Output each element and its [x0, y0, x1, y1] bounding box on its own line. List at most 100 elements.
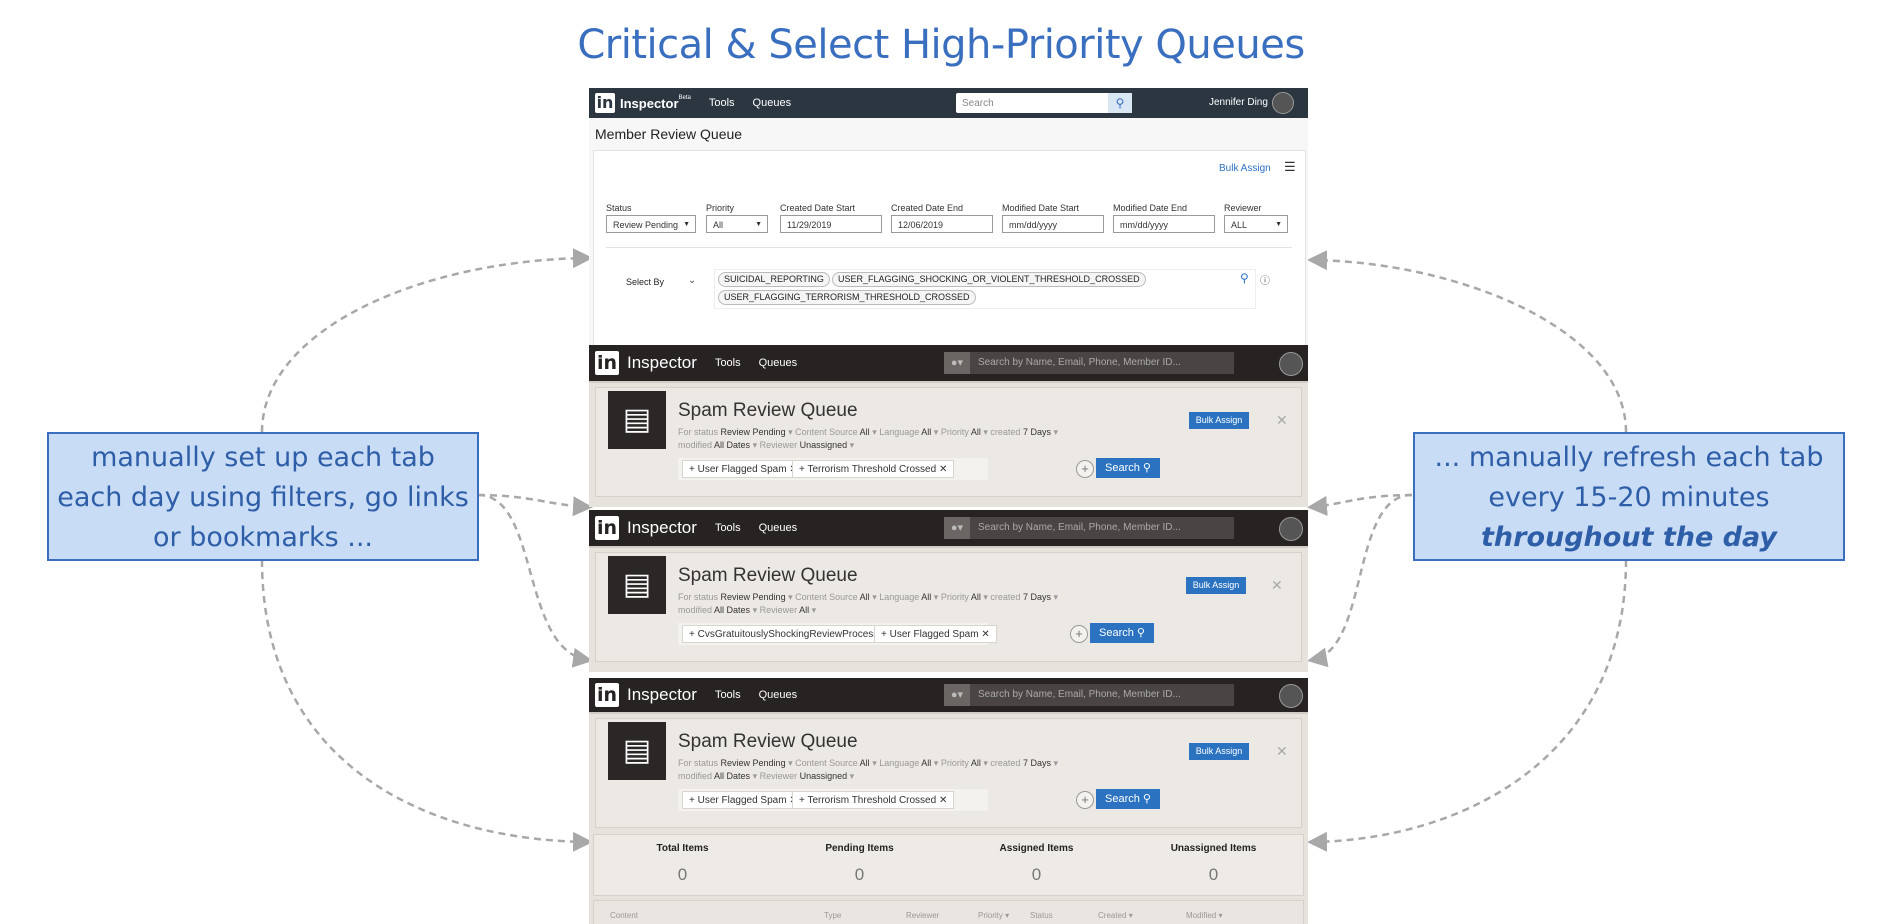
col-type[interactable]: Type	[824, 911, 841, 920]
close-icon[interactable]: ✕	[1276, 743, 1288, 760]
tag-user-flagged-spam[interactable]: + User Flagged Spam ✕	[682, 460, 805, 478]
avatar[interactable]	[1279, 352, 1303, 376]
meta-priority[interactable]: All	[971, 427, 981, 437]
search-icon[interactable]: ⚲	[1240, 271, 1249, 285]
meta-language[interactable]: All	[921, 758, 931, 768]
bulk-assign-button[interactable]: Bulk Assign	[1189, 743, 1249, 760]
meta-label: Language	[879, 427, 920, 437]
meta-label: created	[990, 427, 1021, 437]
user-name[interactable]: Jennifer Ding	[1209, 97, 1268, 108]
member-search-input[interactable]: ●▾ Search by Name, Email, Phone, Member …	[944, 517, 1234, 539]
meta-source[interactable]: All	[860, 758, 870, 768]
tag-gratuitously-shocking[interactable]: + CvsGratuitouslyShockingReviewProcessor…	[682, 625, 906, 643]
avatar[interactable]	[1272, 92, 1294, 114]
meta-language[interactable]: All	[921, 592, 931, 602]
meta-created[interactable]: 7 Days	[1023, 592, 1051, 602]
chip-terrorism[interactable]: USER_FLAGGING_TERRORISM_THRESHOLD_CROSSE…	[718, 290, 976, 305]
tag-terrorism-threshold[interactable]: + Terrorism Threshold Crossed ✕	[792, 460, 955, 478]
avatar[interactable]	[1279, 517, 1303, 541]
nav-tools[interactable]: Tools	[715, 689, 741, 701]
meta-modified[interactable]: All Dates	[714, 440, 750, 450]
close-icon[interactable]: ✕	[1276, 412, 1288, 429]
nav-queues[interactable]: Queues	[753, 97, 792, 109]
meta-modified[interactable]: All Dates	[714, 605, 750, 615]
nav-queues[interactable]: Queues	[759, 357, 798, 369]
col-status[interactable]: Status	[1030, 911, 1053, 920]
meta-reviewer[interactable]: Unassigned	[800, 440, 848, 450]
nav-tools[interactable]: Tools	[715, 357, 741, 369]
filter-created-end-label: Created Date End	[891, 203, 964, 213]
add-filter-button[interactable]: +	[1076, 460, 1094, 478]
filter-modified-end-input[interactable]: mm/dd/yyyy	[1113, 215, 1215, 233]
person-icon[interactable]: ●▾	[944, 684, 970, 706]
search-button[interactable]: Search ⚲	[1090, 623, 1154, 643]
meta-status[interactable]: Review Pending	[721, 592, 786, 602]
search-button[interactable]: Search ⚲	[1096, 789, 1160, 809]
chevron-down-icon[interactable]: ⌄	[688, 275, 696, 286]
nav-queues[interactable]: Queues	[759, 522, 798, 534]
meta-priority[interactable]: All	[971, 592, 981, 602]
filter-reviewer-select[interactable]: ALL ▼	[1224, 215, 1288, 233]
meta-created[interactable]: 7 Days	[1023, 758, 1051, 768]
person-icon[interactable]: ●▾	[944, 517, 970, 539]
bulk-assign-button[interactable]: Bulk Assign	[1186, 577, 1246, 594]
meta-created[interactable]: 7 Days	[1023, 427, 1051, 437]
spam-queue-window-1: in Inspector Tools Queues ●▾ Search by N…	[589, 345, 1308, 507]
chip-suicidal-reporting[interactable]: SUICIDAL_REPORTING	[718, 272, 830, 287]
meta-source[interactable]: All	[860, 592, 870, 602]
member-search-input[interactable]: ●▾ Search by Name, Email, Phone, Member …	[944, 352, 1234, 374]
filter-created-start-input[interactable]: 11/29/2019	[780, 215, 882, 233]
bulk-assign-link[interactable]: Bulk Assign	[1219, 163, 1271, 174]
callout-left: manually set up each tab each day using …	[47, 432, 479, 561]
old-top-nav: in Inspector Beta Tools Queues Search ⚲ …	[589, 88, 1308, 118]
meta-status[interactable]: Review Pending	[721, 758, 786, 768]
linkedin-logo-icon[interactable]: in	[595, 93, 615, 113]
meta-status[interactable]: Review Pending	[721, 427, 786, 437]
brand-name[interactable]: Inspector	[627, 353, 697, 373]
add-filter-button[interactable]: +	[1070, 625, 1088, 643]
select-by-chips-field[interactable]: SUICIDAL_REPORTING USER_FLAGGING_SHOCKIN…	[714, 269, 1256, 309]
linkedin-logo-icon[interactable]: in	[595, 683, 619, 707]
tag-user-flagged-spam[interactable]: + User Flagged Spam ✕	[874, 625, 997, 643]
brand-name[interactable]: Inspector	[627, 685, 697, 705]
nav-tools[interactable]: Tools	[709, 97, 735, 109]
filter-settings-icon[interactable]: ☰	[1284, 159, 1296, 175]
col-modified[interactable]: Modified ▾	[1186, 911, 1223, 920]
nav-tools[interactable]: Tools	[715, 522, 741, 534]
search-icon[interactable]: ⚲	[1108, 93, 1132, 113]
filter-priority-select[interactable]: All ▼	[706, 215, 768, 233]
nav-queues[interactable]: Queues	[759, 689, 798, 701]
bulk-assign-button[interactable]: Bulk Assign	[1189, 412, 1249, 429]
meta-source[interactable]: All	[860, 427, 870, 437]
old-search-input[interactable]: Search ⚲	[956, 93, 1132, 113]
col-content[interactable]: Content	[610, 911, 638, 920]
filter-status-select[interactable]: Review Pending ▼	[606, 215, 696, 233]
brand-name[interactable]: Inspector	[620, 96, 679, 111]
filter-modified-start-input[interactable]: mm/dd/yyyy	[1002, 215, 1104, 233]
meta-reviewer[interactable]: Unassigned	[800, 771, 848, 781]
meta-label: modified	[678, 771, 713, 781]
meta-language[interactable]: All	[921, 427, 931, 437]
add-filter-button[interactable]: +	[1076, 791, 1094, 809]
col-priority[interactable]: Priority ▾	[978, 911, 1009, 920]
member-search-input[interactable]: ●▾ Search by Name, Email, Phone, Member …	[944, 684, 1234, 706]
filter-created-end-input[interactable]: 12/06/2019	[891, 215, 993, 233]
new-top-nav: in Inspector Tools Queues ●▾ Search by N…	[589, 510, 1308, 546]
info-icon[interactable]: ⓘ	[1260, 272, 1270, 287]
linkedin-logo-icon[interactable]: in	[595, 351, 619, 375]
tag-user-flagged-spam[interactable]: + User Flagged Spam ✕	[682, 791, 805, 809]
tag-terrorism-threshold[interactable]: + Terrorism Threshold Crossed ✕	[792, 791, 955, 809]
meta-reviewer[interactable]: All	[799, 605, 809, 615]
col-created[interactable]: Created ▾	[1098, 911, 1133, 920]
close-icon[interactable]: ✕	[1271, 577, 1283, 594]
chip-shocking-violent[interactable]: USER_FLAGGING_SHOCKING_OR_VIOLENT_THRESH…	[832, 272, 1146, 287]
meta-priority[interactable]: All	[971, 758, 981, 768]
person-icon[interactable]: ●▾	[944, 352, 970, 374]
linkedin-logo-icon[interactable]: in	[595, 516, 619, 540]
avatar[interactable]	[1279, 684, 1303, 708]
meta-modified[interactable]: All Dates	[714, 771, 750, 781]
tag-label: Terrorism Threshold Crossed	[807, 795, 937, 806]
search-button[interactable]: Search ⚲	[1096, 458, 1160, 478]
brand-name[interactable]: Inspector	[627, 518, 697, 538]
col-reviewer[interactable]: Reviewer	[906, 911, 939, 920]
